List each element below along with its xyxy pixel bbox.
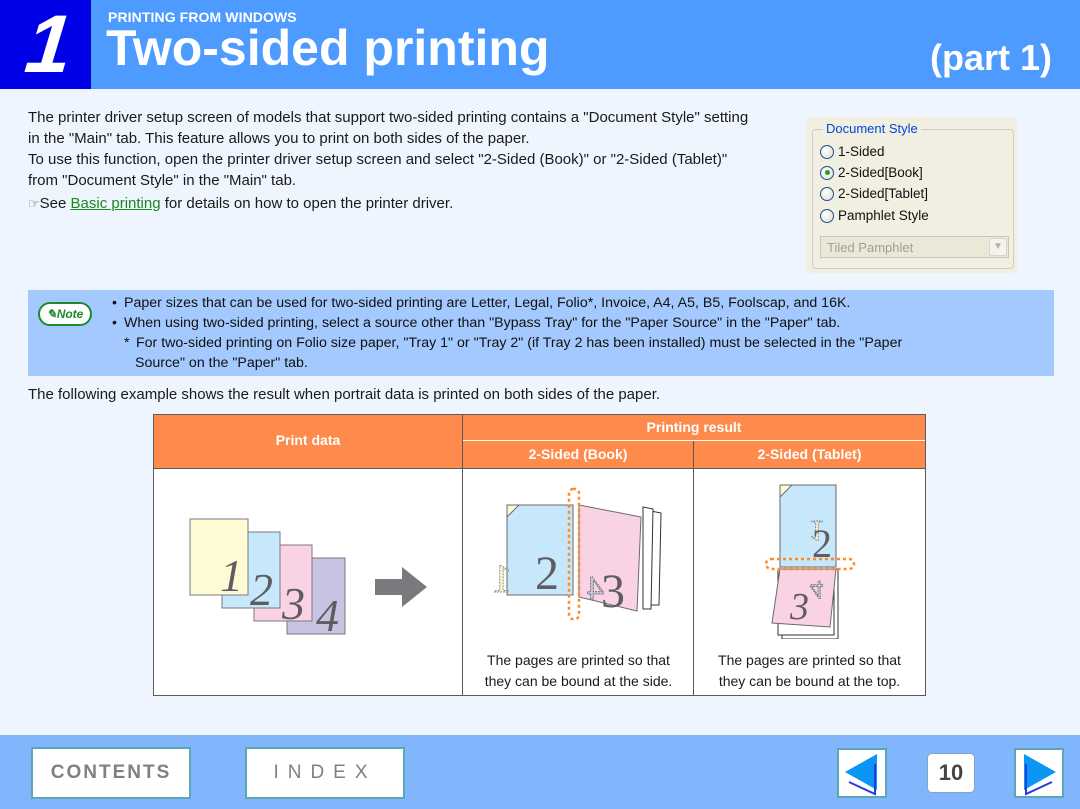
- chevron-down-icon[interactable]: ▼: [989, 238, 1007, 256]
- index-button[interactable]: INDEX: [245, 747, 405, 799]
- right-arrow-icon: [1024, 754, 1056, 796]
- caption-line: they can be bound at the top.: [718, 673, 901, 689]
- next-page-button[interactable]: [1014, 748, 1064, 798]
- caption-line: The pages are printed so that: [718, 652, 901, 668]
- mirrored-page-1: 1: [492, 556, 512, 601]
- tablet-binding-illustration: 1 2 4 3: [764, 484, 856, 639]
- radio-button-checked-icon: [820, 165, 834, 180]
- bullet-icon: •: [112, 295, 117, 311]
- radio-label: 2-Sided[Tablet]: [838, 186, 929, 201]
- page-title: Two-sided printing: [106, 20, 550, 76]
- result-table: Print data Printing result 2-Sided (Book…: [153, 414, 926, 696]
- intro-text: The printer driver setup screen of model…: [28, 107, 788, 214]
- tablet-caption: The pages are printed so that they can b…: [694, 650, 925, 692]
- document-style-dialog: Document Style 1-Sided 2-Sided[Book] 2-S…: [806, 117, 1017, 273]
- header-2-sided-book: 2-Sided (Book): [463, 441, 694, 468]
- radio-label: 1-Sided: [838, 144, 885, 159]
- note-item-text: Source" on the "Paper" tab.: [135, 355, 308, 371]
- page-number: 10: [927, 753, 975, 793]
- caption-line: The pages are printed so that: [487, 652, 670, 668]
- note-item: • When using two-sided printing, select a…: [112, 313, 902, 333]
- print-data-illustration: 1 2 3 4: [189, 518, 427, 641]
- mirrored-page-4: 4: [810, 575, 823, 604]
- note-label: Note: [56, 307, 84, 321]
- note-item: * For two-sided printing on Folio size pa…: [112, 333, 902, 353]
- example-description: The following example shows the result w…: [28, 386, 661, 403]
- intro-paragraph-1: The printer driver setup screen of model…: [28, 109, 749, 147]
- radio-2-sided-book[interactable]: 2-Sided[Book]: [820, 165, 923, 180]
- page-header: 1 PRINTING FROM WINDOWS Two-sided printi…: [0, 0, 1080, 90]
- book-page-2: 2: [535, 547, 559, 600]
- radio-label: 2-Sided[Book]: [838, 165, 923, 180]
- page-stack: 1 2 3 4: [189, 518, 346, 641]
- chapter-number: 1: [21, 0, 77, 90]
- part-label: (part 1): [929, 37, 1052, 78]
- pointing-hand-icon: ☞: [28, 196, 40, 211]
- book-binding-illustration: 1 2 4 3: [492, 487, 662, 621]
- contents-button[interactable]: CONTENTS: [31, 747, 191, 799]
- chapter-badge: 1: [0, 0, 91, 90]
- note-item-text: For two-sided printing on Folio size pap…: [136, 335, 903, 351]
- reference-line: ☞See Basic printing for details on how t…: [28, 193, 788, 214]
- document-style-group: Document Style 1-Sided 2-Sided[Book] 2-S…: [812, 121, 1014, 269]
- radio-button-icon: [820, 186, 834, 201]
- radio-pamphlet-style[interactable]: Pamphlet Style: [820, 208, 929, 223]
- note-item-text: Paper sizes that can be used for two-sid…: [124, 295, 851, 311]
- book-page-3: 3: [601, 565, 625, 618]
- left-arrow-icon: [845, 754, 877, 796]
- note-badge: ✎Note: [38, 302, 92, 326]
- note-box: ✎Note • Paper sizes that can be used for …: [28, 290, 1054, 376]
- note-item-text: When using two-sided printing, select a …: [124, 315, 841, 331]
- intro-paragraph-2: To use this function, open the printer d…: [28, 151, 728, 189]
- note-list: • Paper sizes that can be used for two-si…: [112, 293, 902, 373]
- book-caption: The pages are printed so that they can b…: [463, 650, 694, 692]
- page-number-1: 1: [220, 550, 243, 601]
- radio-1-sided[interactable]: 1-Sided: [820, 144, 885, 159]
- bullet-icon: •: [112, 315, 117, 331]
- note-item: • Paper sizes that can be used for two-si…: [112, 293, 902, 313]
- dropdown-value: Tiled Pamphlet: [827, 240, 914, 255]
- right-arrow-icon: [375, 567, 427, 607]
- basic-printing-link[interactable]: Basic printing: [71, 195, 161, 212]
- radio-button-icon: [820, 144, 834, 159]
- radio-2-sided-tablet[interactable]: 2-Sided[Tablet]: [820, 186, 928, 201]
- header-2-sided-tablet: 2-Sided (Tablet): [694, 441, 925, 468]
- page-number-3: 3: [281, 578, 305, 629]
- note-item-continuation: Source" on the "Paper" tab.: [112, 353, 902, 373]
- caption-line: they can be bound at the side.: [484, 673, 673, 689]
- previous-page-button[interactable]: [837, 748, 887, 798]
- pamphlet-dropdown[interactable]: Tiled Pamphlet ▼: [820, 236, 1009, 258]
- asterisk-mark: *: [124, 335, 130, 351]
- pencil-icon: ✎: [46, 307, 57, 321]
- page-number-2: 2: [250, 564, 273, 615]
- footer-nav: CONTENTS INDEX 10: [0, 735, 1080, 809]
- tablet-page-3: 3: [789, 586, 809, 628]
- radio-button-icon: [820, 208, 834, 223]
- group-title: Document Style: [823, 121, 921, 136]
- radio-label: Pamphlet Style: [838, 208, 929, 223]
- header-print-data: Print data: [154, 415, 463, 468]
- page-number-4: 4: [316, 590, 339, 641]
- book-back-page: [642, 506, 654, 610]
- ref-prefix: See: [39, 195, 71, 212]
- ref-suffix: for details on how to open the printer d…: [160, 195, 454, 212]
- header-printing-result: Printing result: [463, 415, 925, 441]
